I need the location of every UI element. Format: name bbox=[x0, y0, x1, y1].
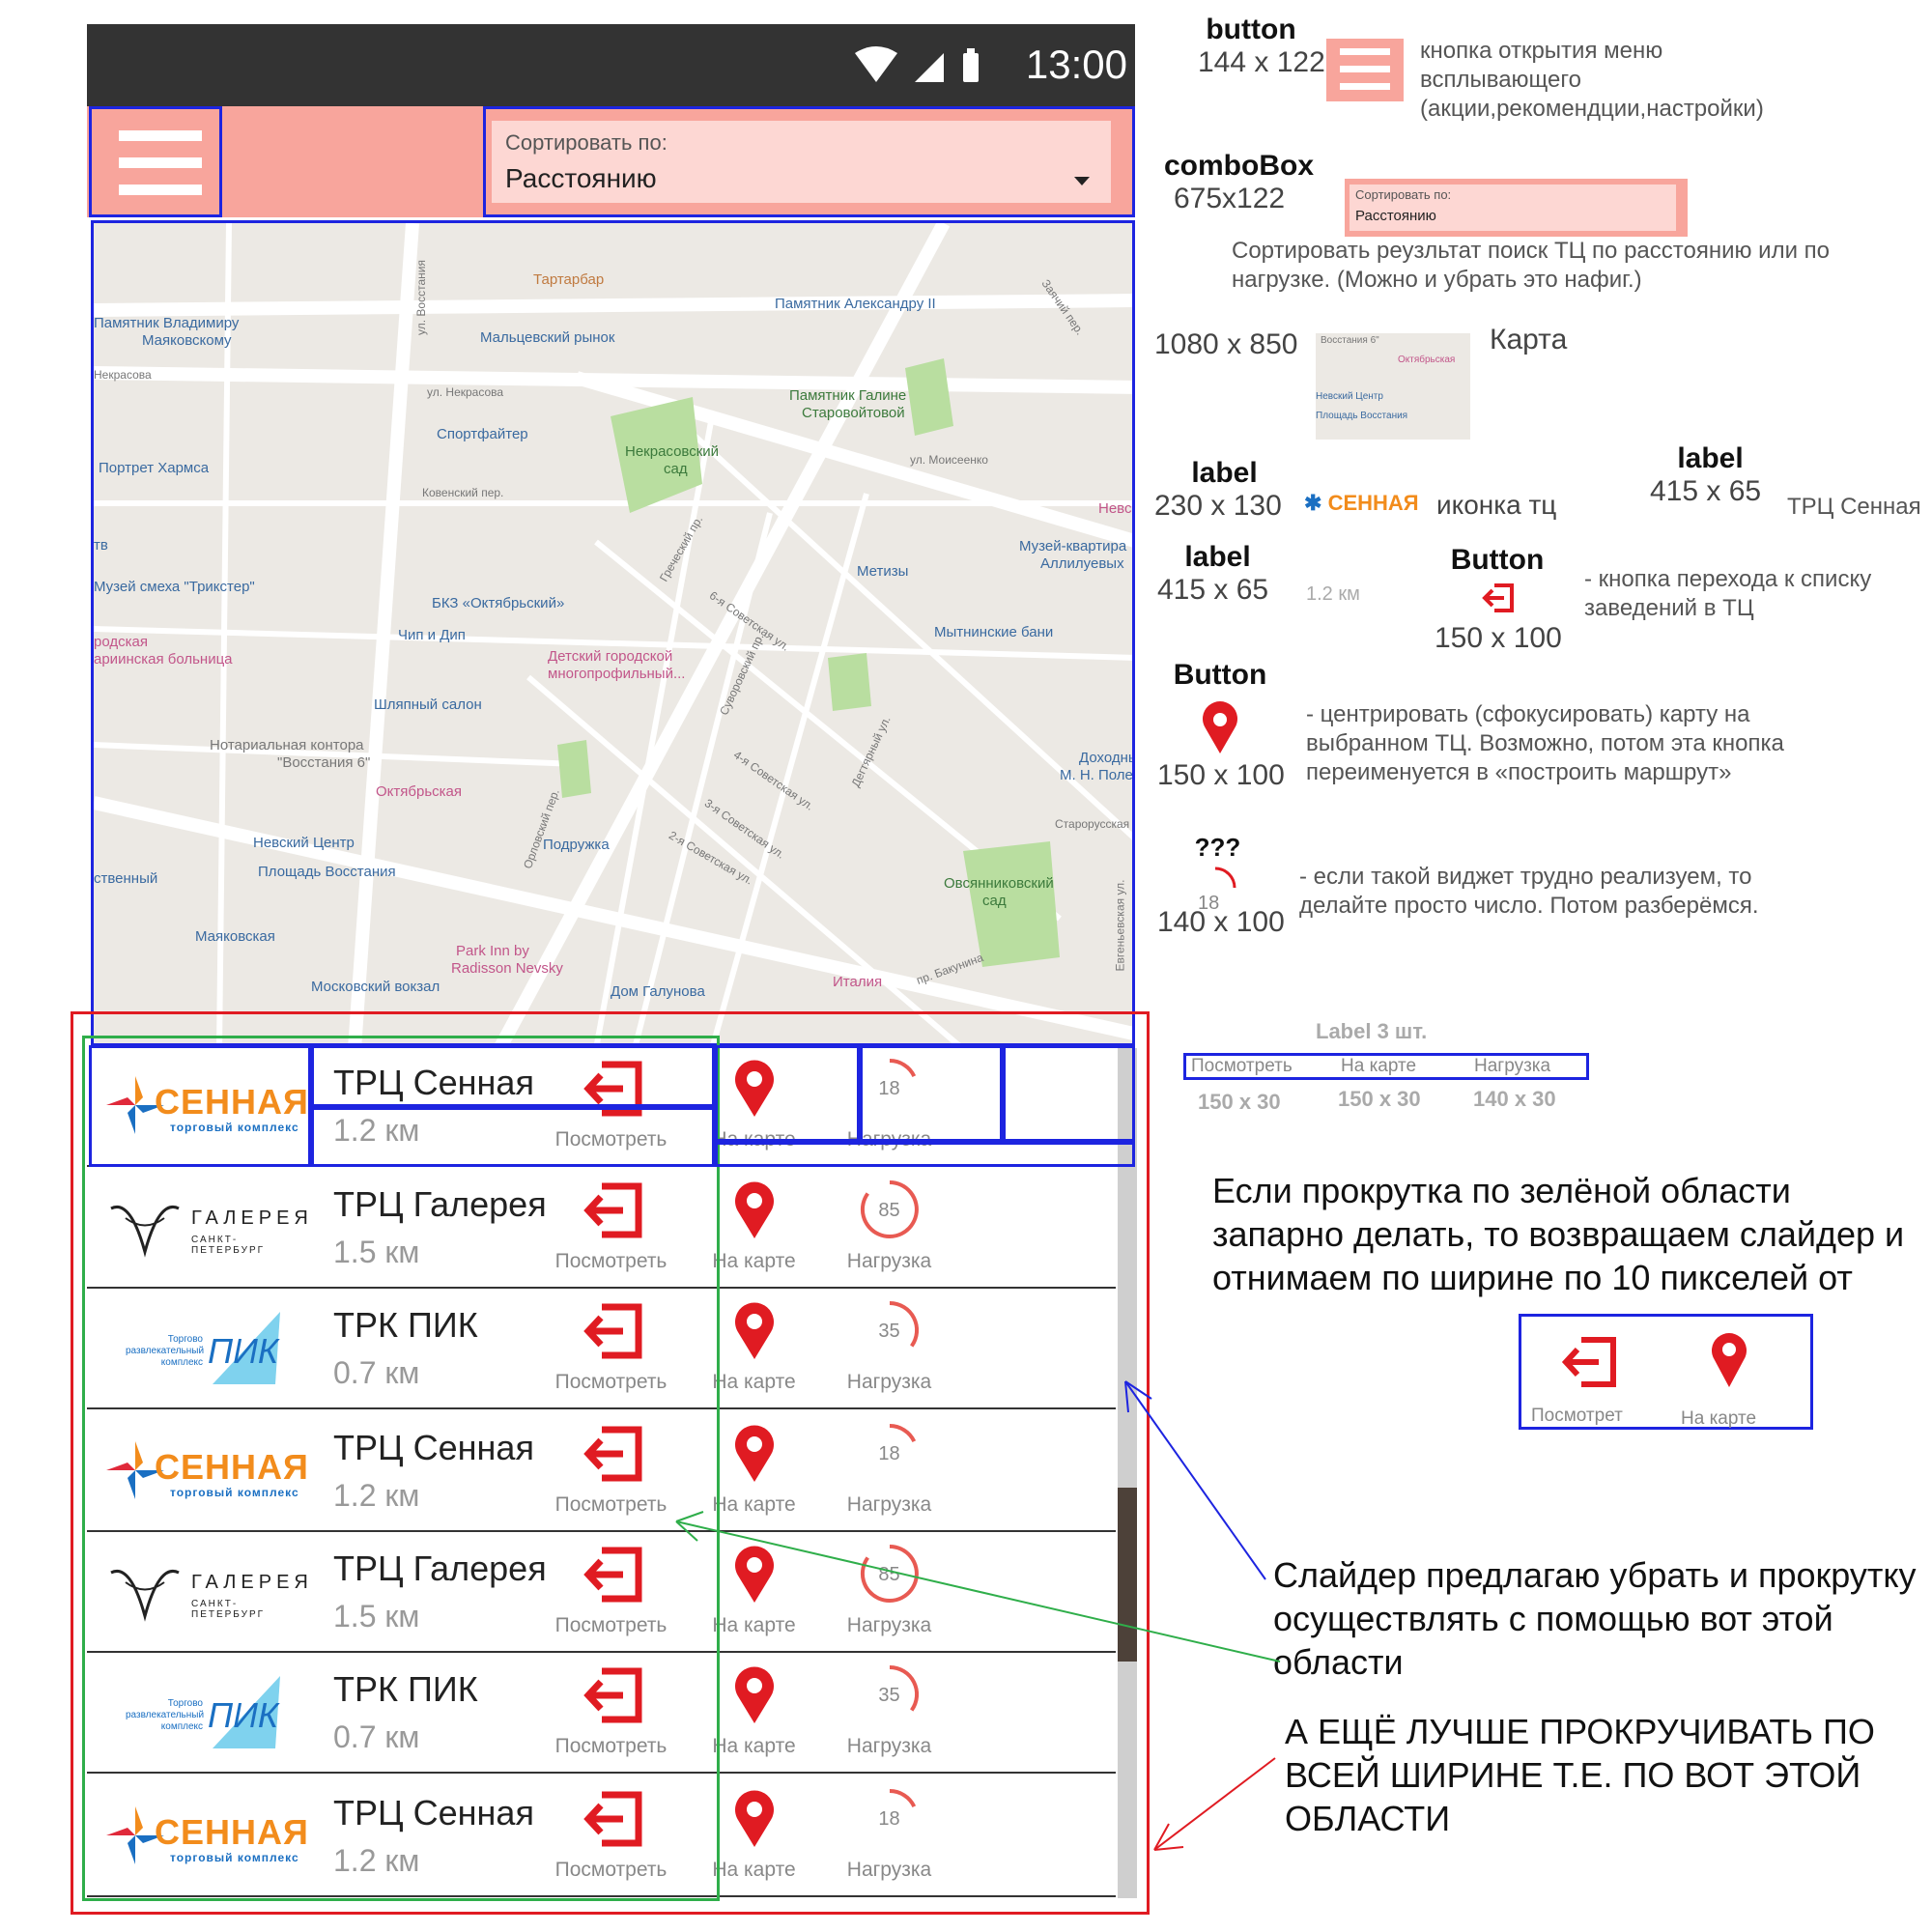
annotation-arrows bbox=[675, 1380, 1281, 1851]
